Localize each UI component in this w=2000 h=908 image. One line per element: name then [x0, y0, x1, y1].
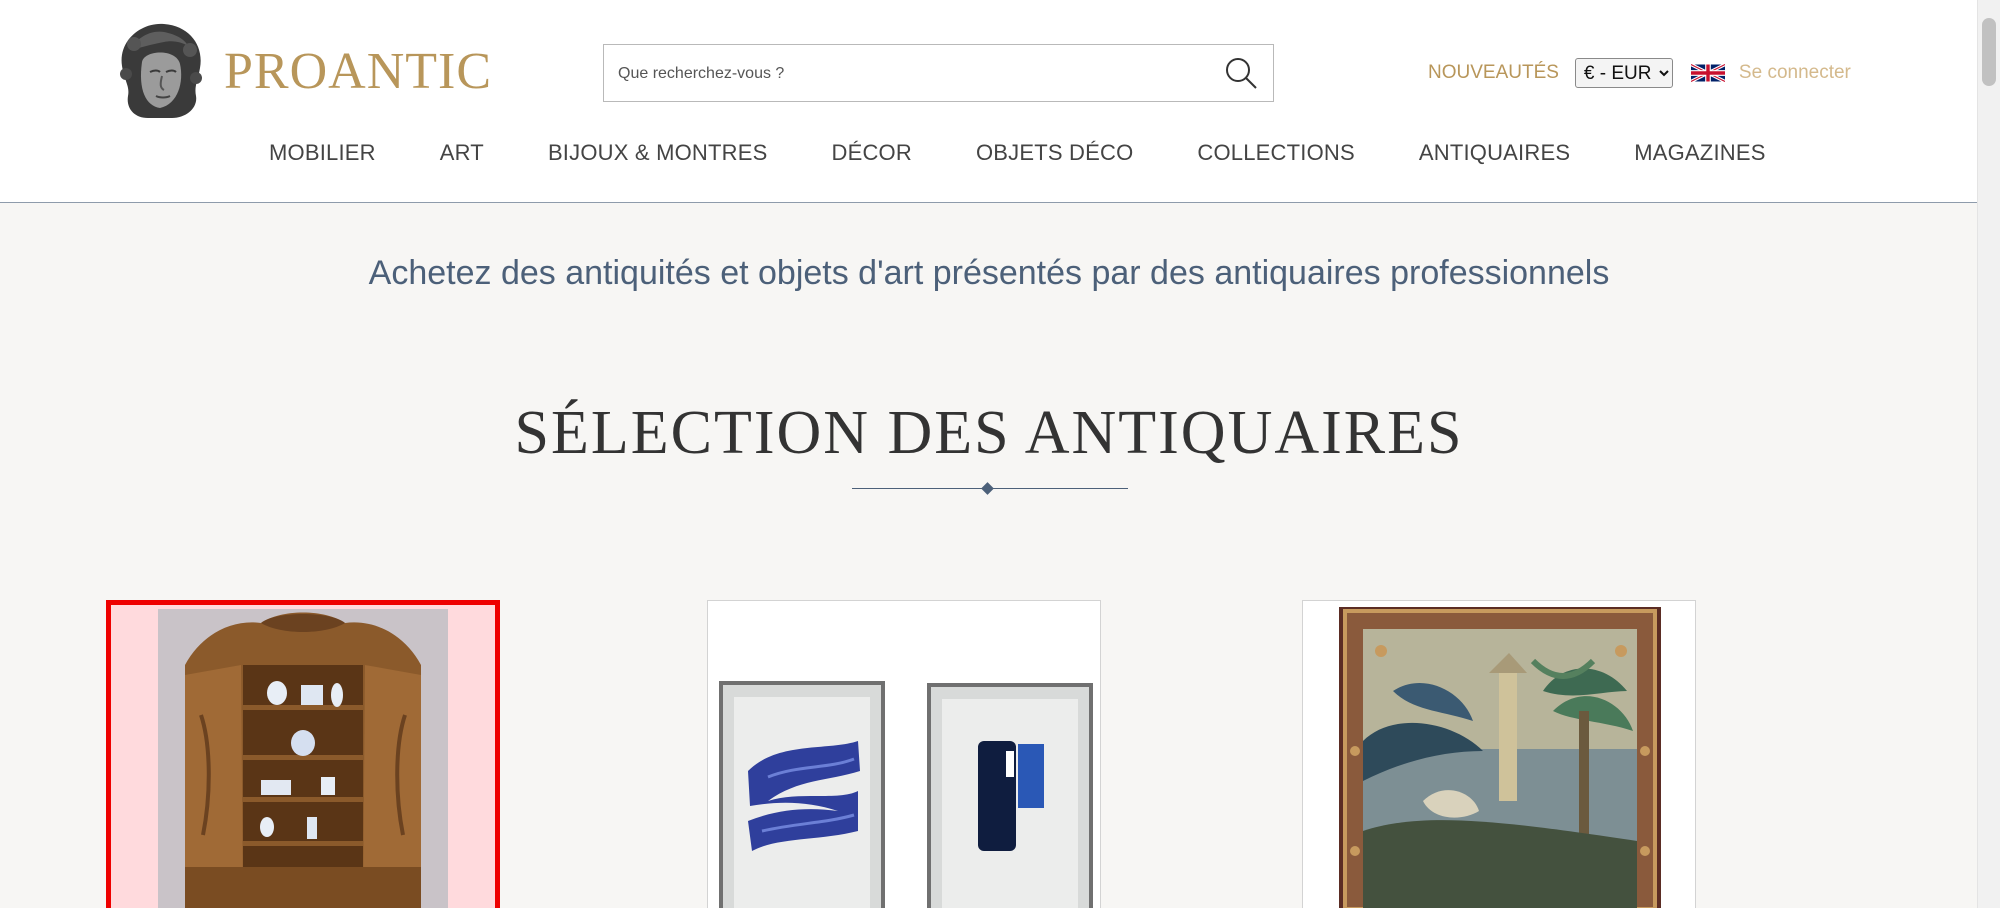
- tapestry-image: [1303, 601, 1695, 908]
- tagline: Achetez des antiquités et objets d'art p…: [368, 254, 1610, 292]
- nav-item-antiquaires[interactable]: ANTIQUAIRES: [1419, 140, 1570, 166]
- section-title: SÉLECTION DES ANTIQUAIRES: [514, 399, 1464, 467]
- nav-item-art[interactable]: ART: [440, 140, 484, 166]
- nav-item-magazines[interactable]: MAGAZINES: [1634, 140, 1765, 166]
- nav-item-bijoux-montres[interactable]: BIJOUX & MONTRES: [548, 140, 768, 166]
- page-scrollbar[interactable]: [1977, 0, 2000, 908]
- product-card-cabinet[interactable]: [106, 600, 500, 908]
- header-utilities: NOUVEAUTÉS € - EUR Se connecter: [1428, 56, 1851, 90]
- new-arrivals-link[interactable]: NOUVEAUTÉS: [1428, 62, 1559, 84]
- search-icon[interactable]: [1223, 55, 1259, 91]
- page: PROANTIC NOUVEAUTÉS € - EUR Se connecter: [0, 0, 1978, 908]
- product-card-prints[interactable]: [707, 600, 1101, 908]
- search-input[interactable]: [616, 45, 1200, 103]
- product-card-tapestry[interactable]: [1302, 600, 1696, 908]
- scrollbar-thumb[interactable]: [1982, 18, 1996, 86]
- brand-logo[interactable]: PROANTIC: [112, 20, 492, 122]
- title-divider-diamond: [981, 482, 994, 495]
- brand-name: PROANTIC: [224, 42, 493, 100]
- nav-item-collections[interactable]: COLLECTIONS: [1197, 140, 1354, 166]
- nav-item-objets-deco[interactable]: OBJETS DÉCO: [976, 140, 1133, 166]
- bust-logo-icon: [120, 23, 202, 118]
- main-nav: MOBILIER ART BIJOUX & MONTRES DÉCOR OBJE…: [0, 140, 1978, 184]
- currency-select[interactable]: € - EUR: [1574, 58, 1673, 88]
- abstract-prints-image: [708, 601, 1100, 908]
- site-header: PROANTIC NOUVEAUTÉS € - EUR Se connecter: [0, 0, 1978, 203]
- nav-item-mobilier[interactable]: MOBILIER: [269, 140, 376, 166]
- search-box: [603, 44, 1274, 103]
- carved-cabinet-image: [111, 605, 495, 908]
- uk-flag-icon[interactable]: [1690, 61, 1725, 85]
- nav-item-decor[interactable]: DÉCOR: [832, 140, 912, 166]
- login-link[interactable]: Se connecter: [1739, 62, 1851, 84]
